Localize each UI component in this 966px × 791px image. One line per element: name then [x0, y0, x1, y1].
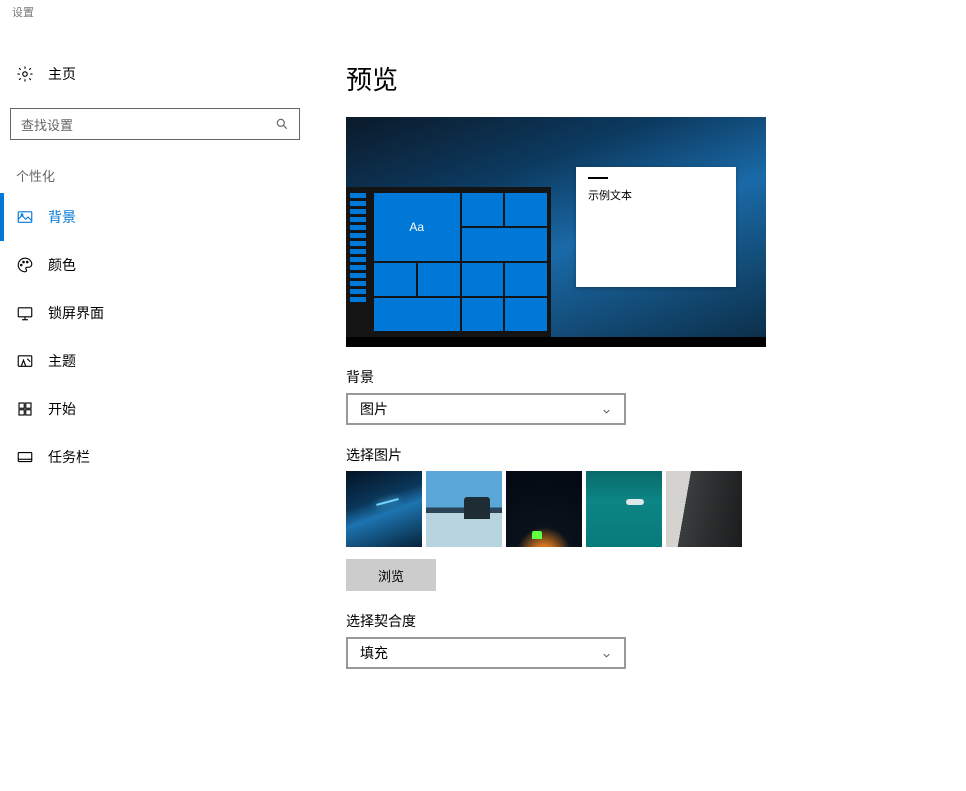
- thumbnail[interactable]: [426, 471, 502, 547]
- nav-label: 开始: [48, 399, 76, 419]
- thumbnail[interactable]: [666, 471, 742, 547]
- nav-start[interactable]: 开始: [0, 385, 310, 433]
- preview-panel: Aa 示例文本: [346, 117, 766, 347]
- search-placeholder: 查找设置: [21, 115, 73, 134]
- grid-icon: [16, 400, 34, 418]
- nav-taskbar[interactable]: 任务栏: [0, 433, 310, 481]
- nav-lockscreen[interactable]: 锁屏界面: [0, 289, 310, 337]
- chevron-down-icon: [601, 404, 612, 415]
- gear-icon: [16, 65, 34, 83]
- background-label: 背景: [346, 367, 966, 387]
- fit-value: 填充: [360, 643, 388, 663]
- choose-picture-label: 选择图片: [346, 445, 966, 465]
- page-heading: 预览: [346, 60, 966, 97]
- section-label: 个性化: [0, 140, 310, 193]
- nav-label: 背景: [48, 207, 76, 227]
- background-value: 图片: [360, 399, 388, 419]
- app-title: 设置: [0, 0, 966, 20]
- preview-start-menu: Aa: [346, 187, 551, 337]
- search-icon: [275, 117, 289, 131]
- preview-sample-text: 示例文本: [588, 187, 724, 203]
- thumbnail[interactable]: [346, 471, 422, 547]
- theme-icon: [16, 352, 34, 370]
- nav-themes[interactable]: 主题: [0, 337, 310, 385]
- background-select[interactable]: 图片: [346, 393, 626, 425]
- thumbnail[interactable]: [506, 471, 582, 547]
- nav-label: 锁屏界面: [48, 303, 104, 323]
- home-label: 主页: [48, 64, 76, 84]
- thumbnail[interactable]: [586, 471, 662, 547]
- nav-background[interactable]: 背景: [0, 193, 310, 241]
- preview-window: 示例文本: [576, 167, 736, 287]
- home-button[interactable]: 主页: [0, 54, 310, 94]
- container: 主页 查找设置 个性化 背景: [0, 20, 966, 791]
- nav-label: 主题: [48, 351, 76, 371]
- fit-label: 选择契合度: [346, 611, 966, 631]
- nav-colors[interactable]: 颜色: [0, 241, 310, 289]
- chevron-down-icon: [601, 648, 612, 659]
- taskbar-icon: [16, 448, 34, 466]
- sidebar: 主页 查找设置 个性化 背景: [0, 20, 310, 791]
- nav-label: 颜色: [48, 255, 76, 275]
- preview-tile-aa: Aa: [374, 193, 460, 261]
- search-input[interactable]: 查找设置: [10, 108, 300, 140]
- nav-label: 任务栏: [48, 447, 90, 467]
- image-icon: [16, 208, 34, 226]
- browse-button[interactable]: 浏览: [346, 559, 436, 591]
- fit-select[interactable]: 填充: [346, 637, 626, 669]
- palette-icon: [16, 256, 34, 274]
- monitor-icon: [16, 304, 34, 322]
- main-content: 预览 Aa 示例文本: [310, 20, 966, 791]
- thumbnail-row: [346, 471, 966, 547]
